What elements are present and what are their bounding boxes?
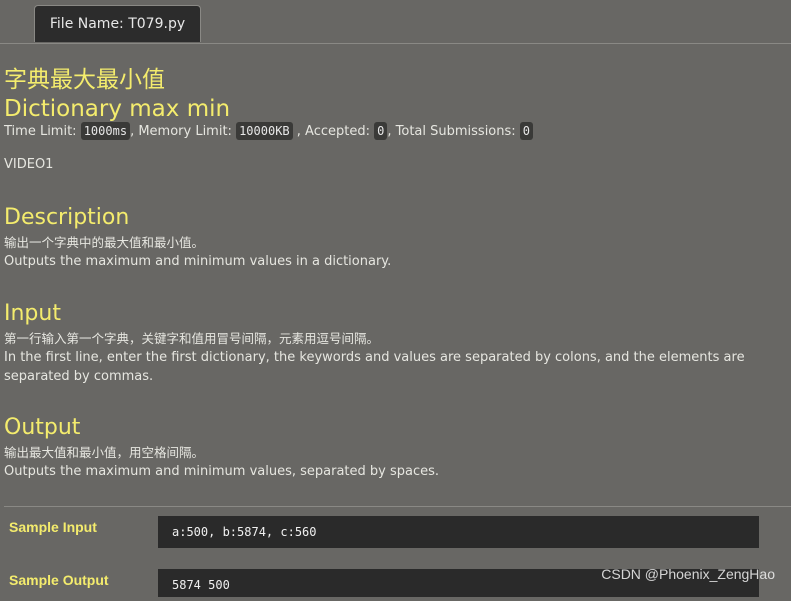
memory-limit-value: 10000KB: [236, 122, 293, 140]
sample-input-label: Sample Input: [9, 519, 97, 535]
input-text-zh: 第一行输入第一个字典，关键字和值用冒号间隔，元素用逗号间隔。: [4, 331, 380, 346]
accepted-label: , Accepted:: [292, 124, 370, 139]
memory-limit-label: , Memory Limit:: [130, 124, 232, 139]
output-text-zh: 输出最大值和最小值，用空格间隔。: [4, 445, 205, 460]
submissions-value: 0: [519, 122, 534, 140]
sample-input-box[interactable]: a:500, b:5874, c:560: [158, 516, 759, 548]
section-divider: [4, 506, 791, 507]
output-body: 输出最大值和最小值，用空格间隔。 Outputs the maximum and…: [4, 443, 782, 481]
time-limit-value: 1000ms: [80, 122, 131, 140]
time-limit-label: Time Limit:: [4, 124, 77, 139]
problem-title-zh: 字典最大最小值: [4, 67, 165, 93]
csdn-watermark: CSDN @Phoenix_ZengHao: [601, 566, 775, 582]
input-body: 第一行输入第一个字典，关键字和值用冒号间隔，元素用逗号间隔。 In the fi…: [4, 329, 782, 386]
description-body: 输出一个字典中的最大值和最小值。 Outputs the maximum and…: [4, 233, 782, 271]
sample-output-label: Sample Output: [9, 572, 109, 588]
problem-title-en: Dictionary max min: [4, 96, 231, 122]
output-text-en: Outputs the maximum and minimum values, …: [4, 464, 440, 479]
submissions-label: , Total Submissions:: [387, 124, 516, 139]
input-heading: Input: [4, 301, 61, 326]
description-text-en: Outputs the maximum and minimum values i…: [4, 254, 392, 269]
tab-bar: File Name: T079.py: [0, 0, 791, 44]
accepted-value: 0: [374, 122, 388, 140]
video-link[interactable]: VIDEO1: [4, 157, 53, 172]
problem-title: 字典最大最小值 Dictionary max min: [4, 66, 230, 124]
file-tab[interactable]: File Name: T079.py: [34, 5, 201, 42]
problem-limits: Time Limit: 1000ms, Memory Limit: 10000K…: [4, 122, 534, 142]
description-text-zh: 输出一个字典中的最大值和最小值。: [4, 235, 205, 250]
description-heading: Description: [4, 205, 130, 230]
input-text-en: In the first line, enter the first dicti…: [4, 350, 745, 384]
output-heading: Output: [4, 415, 81, 440]
